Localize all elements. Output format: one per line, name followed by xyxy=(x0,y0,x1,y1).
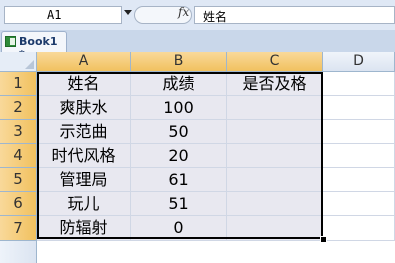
cell-a1[interactable]: 姓名 xyxy=(37,72,131,96)
row-header-4[interactable]: 4 xyxy=(0,144,37,168)
formula-input[interactable]: 姓名 xyxy=(194,6,395,24)
name-box[interactable]: A1 xyxy=(4,6,122,24)
cell-b7[interactable]: 0 xyxy=(131,216,227,241)
cell-b4[interactable]: 20 xyxy=(131,144,227,168)
cell-a3[interactable]: 示范曲 xyxy=(37,120,131,144)
column-header-b[interactable]: B xyxy=(131,52,227,72)
column-header-d[interactable]: D xyxy=(323,52,395,72)
cell-a6[interactable]: 玩儿 xyxy=(37,192,131,216)
column-header-a[interactable]: A xyxy=(37,52,131,72)
fill-handle[interactable] xyxy=(320,236,327,243)
cell-d1[interactable] xyxy=(323,72,395,96)
row-header-3[interactable]: 3 xyxy=(0,120,37,144)
column-header-c[interactable]: C xyxy=(227,52,323,72)
cell-b5[interactable]: 61 xyxy=(131,168,227,192)
cell-c1[interactable]: 是否及格 xyxy=(227,72,323,96)
row-header-5[interactable]: 5 xyxy=(0,168,37,192)
cell-c6[interactable] xyxy=(227,192,323,216)
cell-b2[interactable]: 100 xyxy=(131,96,227,120)
cell-a5[interactable]: 管理局 xyxy=(37,168,131,192)
cell-c7[interactable] xyxy=(227,216,323,241)
select-all-corner[interactable] xyxy=(0,52,37,72)
cell-c5[interactable] xyxy=(227,168,323,192)
workbook-tab-strip: Book1 * xyxy=(0,30,395,61)
excel-workbook-icon xyxy=(5,36,16,47)
cell-c2[interactable] xyxy=(227,96,323,120)
tab-book1[interactable]: Book1 * xyxy=(1,31,67,61)
row-header-next[interactable] xyxy=(0,241,37,263)
cell-d4[interactable] xyxy=(323,144,395,168)
name-box-value: A1 xyxy=(47,8,62,22)
fx-icon[interactable]: fx xyxy=(178,5,189,19)
cell-d7[interactable] xyxy=(323,216,395,241)
cell-a7[interactable]: 防辐射 xyxy=(37,216,131,241)
cell-d2[interactable] xyxy=(323,96,395,120)
cell-b1[interactable]: 成绩 xyxy=(131,72,227,96)
cell-c3[interactable] xyxy=(227,120,323,144)
formula-value: 姓名 xyxy=(203,10,228,24)
cell-b3[interactable]: 50 xyxy=(131,120,227,144)
row-header-7[interactable]: 7 xyxy=(0,216,37,241)
cell-c4[interactable] xyxy=(227,144,323,168)
chevron-down-icon[interactable] xyxy=(124,10,132,15)
cell-a2[interactable]: 爽肤水 xyxy=(37,96,131,120)
row-header-6[interactable]: 6 xyxy=(0,192,37,216)
cell-d6[interactable] xyxy=(323,192,395,216)
cell-a4[interactable]: 时代风格 xyxy=(37,144,131,168)
formula-bar: A1 fx 姓名 xyxy=(0,0,395,31)
row-header-1[interactable]: 1 xyxy=(0,72,37,96)
row-header-2[interactable]: 2 xyxy=(0,96,37,120)
cell-d5[interactable] xyxy=(323,168,395,192)
cell-b6[interactable]: 51 xyxy=(131,192,227,216)
cell-d3[interactable] xyxy=(323,120,395,144)
